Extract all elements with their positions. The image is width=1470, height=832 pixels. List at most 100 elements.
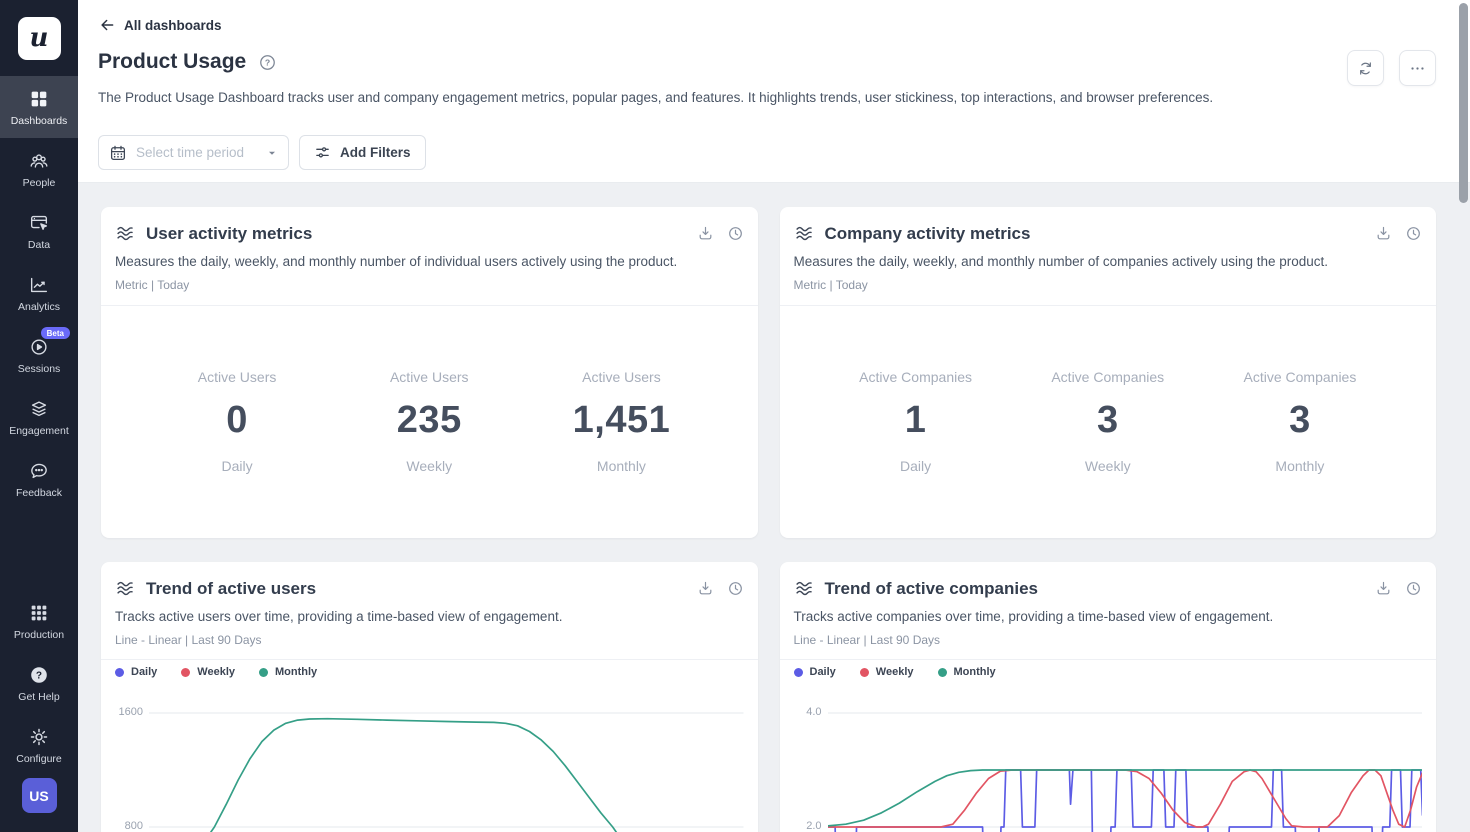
svg-text:?: ?: [36, 670, 42, 681]
trend-active-companies-chart: [828, 700, 1423, 832]
metric-period: Monthly: [525, 458, 717, 474]
filter-row: Select time period Add Filters: [98, 135, 426, 170]
card-description: Tracks active users over time, providing…: [115, 609, 744, 624]
card-description: Measures the daily, weekly, and monthly …: [115, 254, 744, 269]
legend-item-weekly[interactable]: Weekly: [181, 666, 235, 678]
userpilot-logo[interactable]: u: [18, 17, 61, 60]
refresh-button[interactable]: [1347, 50, 1384, 86]
metric-weekly: Active Users 235 Weekly: [333, 369, 525, 474]
more-icon: [1409, 60, 1426, 77]
legend-item-monthly[interactable]: Monthly: [259, 666, 317, 678]
sidebar-item-people[interactable]: People: [0, 138, 78, 200]
history-clock-icon[interactable]: [727, 225, 744, 242]
download-icon[interactable]: [1375, 225, 1392, 242]
history-clock-icon[interactable]: [727, 580, 744, 597]
download-icon[interactable]: [697, 580, 714, 597]
calendar-icon: [109, 144, 127, 162]
legend-dot: [860, 668, 869, 677]
sidebar-item-label: Get Help: [18, 691, 59, 703]
card-title: Trend of active companies: [825, 579, 1366, 599]
legend-item-daily[interactable]: Daily: [115, 666, 157, 678]
page-description: The Product Usage Dashboard tracks user …: [98, 90, 1213, 105]
trend-active-users-chart: [149, 700, 744, 832]
sidebar-item-label: Analytics: [18, 301, 60, 313]
beta-badge: Beta: [41, 327, 70, 339]
add-filters-button[interactable]: Add Filters: [299, 135, 426, 170]
metrics-row: Active Users 0 Daily Active Users 235 We…: [101, 305, 758, 538]
user-avatar[interactable]: US: [22, 778, 57, 813]
time-period-select[interactable]: Select time period: [98, 135, 289, 170]
sidebar-item-engagement[interactable]: Engagement: [0, 386, 78, 448]
refresh-icon: [1357, 60, 1374, 77]
avatar-wrap: US: [0, 776, 78, 832]
history-clock-icon[interactable]: [1405, 580, 1422, 597]
card-title: Trend of active users: [146, 579, 687, 599]
divider: [101, 659, 758, 660]
sidebar-item-label: Configure: [16, 753, 62, 765]
data-icon: [28, 212, 50, 234]
legend-dot: [794, 668, 803, 677]
chart-legend: Daily Weekly Monthly: [115, 666, 317, 678]
metric-period: Daily: [820, 458, 1012, 474]
download-icon[interactable]: [697, 225, 714, 242]
metric-monthly: Active Users 1,451 Monthly: [525, 369, 717, 474]
sidebar-item-analytics[interactable]: Analytics: [0, 262, 78, 324]
y-axis-tick: 4.0: [790, 706, 822, 718]
legend-item-daily[interactable]: Daily: [794, 666, 836, 678]
sidebar: u Dashboards People: [0, 0, 78, 832]
sidebar-item-label: Production: [14, 629, 64, 641]
legend-label: Monthly: [954, 666, 996, 678]
help-circle-icon[interactable]: ?: [258, 53, 277, 72]
waves-chart-icon: [115, 578, 136, 599]
waves-chart-icon: [794, 578, 815, 599]
card-meta: Metric | Today: [115, 278, 744, 292]
people-icon: [28, 150, 50, 172]
more-options-button[interactable]: [1399, 50, 1436, 86]
legend-dot: [115, 668, 124, 677]
legend-label: Daily: [810, 666, 836, 678]
sidebar-item-get-help[interactable]: ? Get Help: [0, 652, 78, 714]
card-user-activity-metrics: User activity metrics Measures the daily…: [101, 207, 758, 538]
legend-label: Weekly: [197, 666, 235, 678]
card-title: User activity metrics: [146, 224, 687, 244]
card-meta: Metric | Today: [794, 278, 1423, 292]
production-grid-icon: [28, 602, 50, 624]
metric-label: Active Companies: [1204, 369, 1396, 385]
sidebar-item-label: People: [23, 177, 56, 189]
y-axis-tick: 1600: [111, 706, 143, 718]
page-title-row: Product Usage ?: [98, 50, 277, 74]
legend-item-monthly[interactable]: Monthly: [938, 666, 996, 678]
sidebar-item-feedback[interactable]: Feedback: [0, 448, 78, 510]
sidebar-item-production[interactable]: Production: [0, 590, 78, 652]
sidebar-item-configure[interactable]: Configure: [0, 714, 78, 776]
time-period-placeholder: Select time period: [136, 145, 257, 160]
card-meta: Line - Linear | Last 90 Days: [794, 633, 1423, 647]
add-filters-label: Add Filters: [340, 145, 411, 160]
back-arrow-icon: [98, 16, 116, 34]
download-icon[interactable]: [1375, 580, 1392, 597]
metric-period: Weekly: [1012, 458, 1204, 474]
history-clock-icon[interactable]: [1405, 225, 1422, 242]
back-to-dashboards-link[interactable]: All dashboards: [98, 16, 222, 34]
vertical-scrollbar-thumb[interactable]: [1459, 3, 1468, 203]
card-description: Tracks active companies over time, provi…: [794, 609, 1423, 624]
metric-value: 3: [1204, 399, 1396, 442]
back-label: All dashboards: [124, 18, 222, 33]
sidebar-item-sessions[interactable]: Beta Sessions: [0, 324, 78, 386]
sidebar-item-dashboards[interactable]: Dashboards: [0, 76, 78, 138]
page-title: Product Usage: [98, 50, 246, 74]
metric-daily: Active Companies 1 Daily: [820, 369, 1012, 474]
dashboards-icon: [28, 88, 50, 110]
metric-period: Daily: [141, 458, 333, 474]
help-icon: ?: [28, 664, 50, 686]
sidebar-item-data[interactable]: Data: [0, 200, 78, 262]
page-header: All dashboards Product Usage ?: [78, 0, 1470, 183]
sidebar-item-label: Data: [28, 239, 50, 251]
y-axis-tick: 2.0: [790, 820, 822, 832]
metric-value: 1: [820, 399, 1012, 442]
metric-value: 3: [1012, 399, 1204, 442]
metric-label: Active Users: [333, 369, 525, 385]
legend-item-weekly[interactable]: Weekly: [860, 666, 914, 678]
svg-text:?: ?: [265, 57, 270, 67]
metric-period: Monthly: [1204, 458, 1396, 474]
